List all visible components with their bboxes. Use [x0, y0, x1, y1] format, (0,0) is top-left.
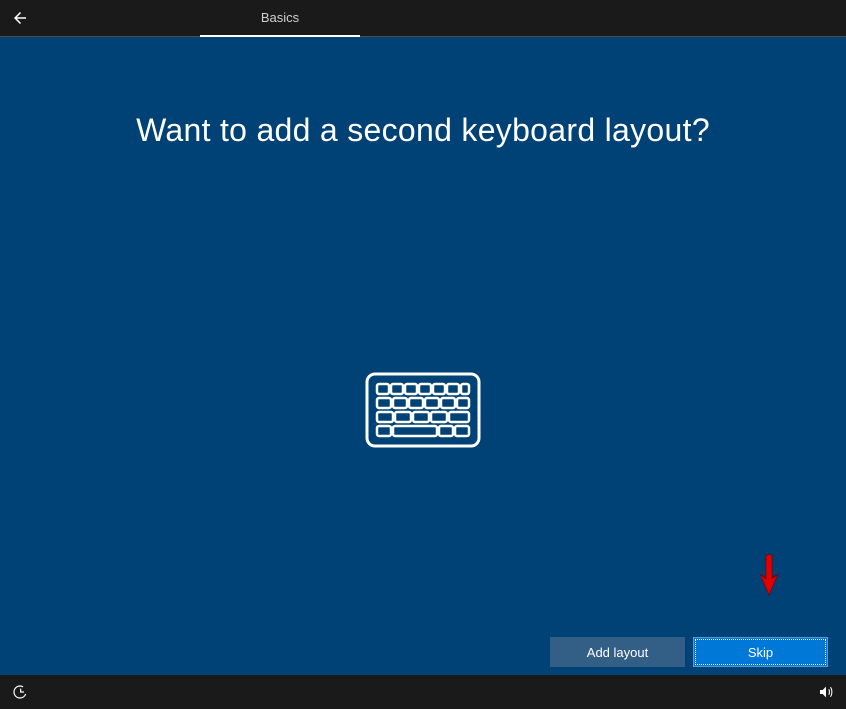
page-heading: Want to add a second keyboard layout? — [0, 112, 846, 149]
volume-icon[interactable] — [818, 684, 834, 700]
main-content: Want to add a second keyboard layout? — [0, 112, 846, 675]
add-layout-button[interactable]: Add layout — [550, 637, 685, 667]
tab-label: Basics — [261, 10, 299, 25]
keyboard-icon — [365, 372, 481, 453]
button-row: Add layout Skip — [550, 637, 828, 667]
back-arrow-icon — [11, 9, 29, 27]
bottom-bar — [0, 675, 846, 709]
annotation-arrow-icon — [758, 553, 780, 602]
accessibility-icon[interactable] — [12, 684, 28, 700]
skip-button[interactable]: Skip — [693, 637, 828, 667]
tab-basics[interactable]: Basics — [200, 0, 360, 37]
back-button[interactable] — [0, 0, 40, 37]
top-bar: Basics — [0, 0, 846, 37]
